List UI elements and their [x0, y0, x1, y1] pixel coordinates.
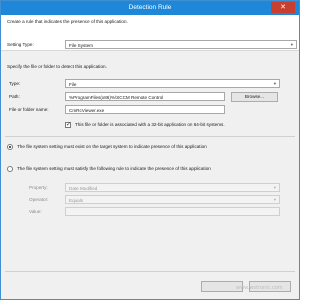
chevron-down-icon: ▾	[273, 185, 276, 190]
title-bar: Detection Rule ✕	[1, 1, 299, 15]
browse-button[interactable]: Browse...	[231, 92, 278, 102]
close-icon: ✕	[280, 3, 286, 11]
file-name-label: File or folder name:	[9, 107, 49, 112]
satisfy-rule-radio[interactable]	[7, 166, 13, 172]
file-name-value: CmRcViewer.exe	[69, 107, 105, 113]
path-label: Path:	[9, 94, 20, 99]
operator-select[interactable]: Equals ▾	[65, 195, 280, 204]
chevron-down-icon: ▾	[290, 42, 293, 47]
satisfy-rule-radio-label: The file system setting must satisfy the…	[17, 166, 211, 171]
setting-type-label: Setting Type:	[7, 42, 34, 47]
type-select[interactable]: File ▾	[65, 79, 280, 88]
setting-type-value: File System	[69, 42, 93, 48]
property-value: Date Modified	[69, 185, 98, 191]
path-input[interactable]: %ProgramFiles(x86)%\SCCM Remote Control	[65, 92, 225, 101]
file-name-input[interactable]: CmRcViewer.exe	[65, 105, 225, 114]
divider	[5, 136, 295, 137]
header-panel: Create a rule that indicates the presenc…	[1, 15, 299, 51]
property-select[interactable]: Date Modified ▾	[65, 183, 280, 192]
file-group-description: Specify the file or folder to detect thi…	[7, 64, 107, 69]
32bit-checkbox[interactable]	[65, 121, 71, 128]
operator-label: Operator:	[29, 197, 49, 202]
operator-value: Equals	[69, 197, 84, 203]
value-input[interactable]	[65, 207, 280, 216]
watermark: www.wstronic.com	[236, 285, 283, 291]
exist-radio[interactable]	[7, 144, 13, 150]
exist-radio-label: The file system setting must exist on th…	[17, 144, 207, 149]
footer-divider	[5, 271, 295, 272]
window-title: Detection Rule	[128, 4, 172, 11]
path-value: %ProgramFiles(x86)%\SCCM Remote Control	[69, 94, 164, 100]
property-label: Property:	[29, 185, 48, 190]
setting-type-select[interactable]: File System ▾	[65, 40, 297, 49]
chevron-down-icon: ▾	[273, 81, 276, 86]
header-description: Create a rule that indicates the presenc…	[7, 19, 128, 24]
close-button[interactable]: ✕	[271, 2, 295, 13]
type-label: Type:	[9, 81, 21, 86]
detection-rule-dialog: Detection Rule ✕ Create a rule that indi…	[0, 0, 300, 300]
value-label: Value:	[29, 209, 42, 214]
32bit-checkbox-label: This file or folder is associated with a…	[75, 122, 225, 127]
chevron-down-icon: ▾	[273, 197, 276, 202]
type-value: File	[69, 81, 77, 87]
